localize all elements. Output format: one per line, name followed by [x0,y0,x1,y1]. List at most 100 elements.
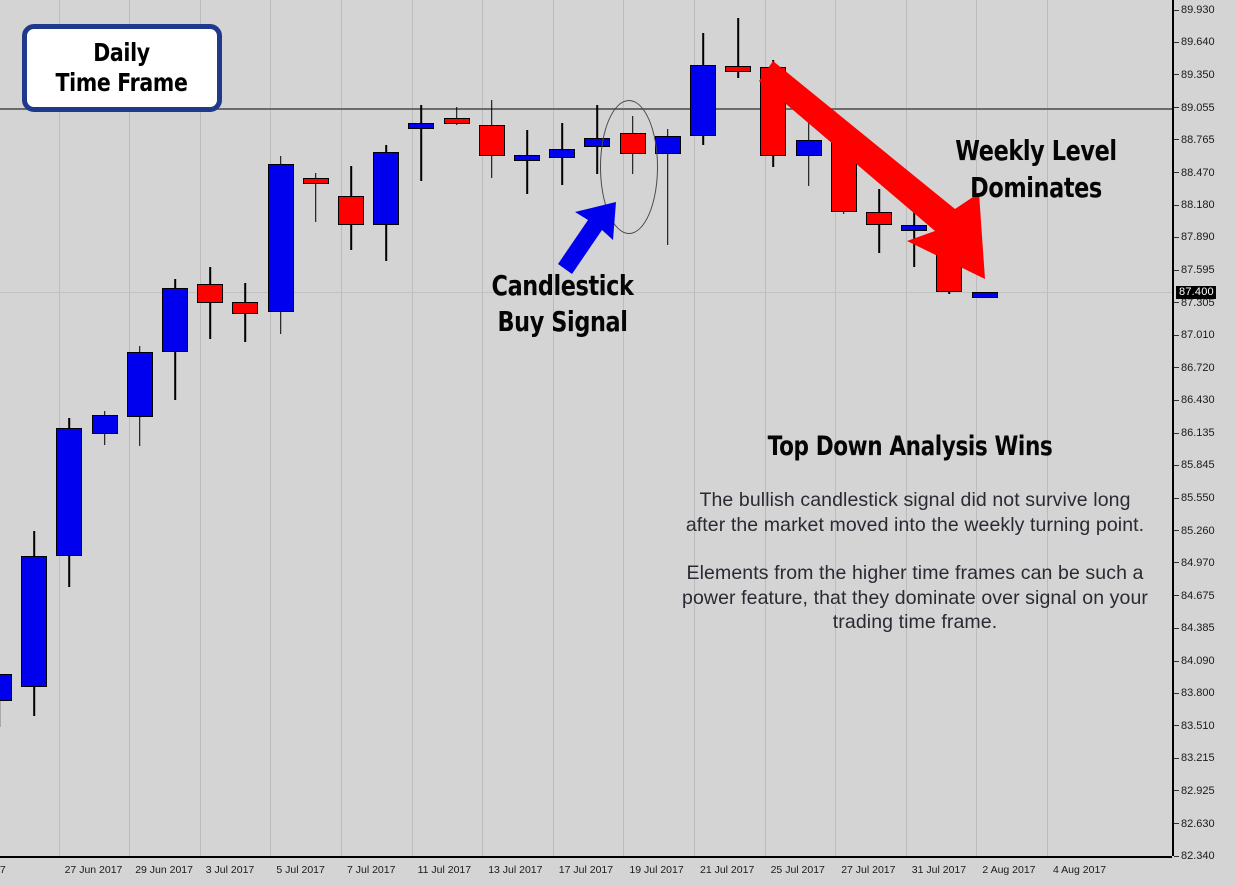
candle-body [373,151,400,226]
price-axis-tick: 84.385 [1174,623,1215,634]
candle-body [725,65,752,72]
candlestick[interactable] [549,122,576,185]
candle-body [971,292,998,298]
price-axis-tick: 86.720 [1174,362,1215,374]
candlestick[interactable] [338,166,364,250]
time-axis-tick: 17 [0,864,6,876]
time-axis-tick: 31 Jul 2017 [911,864,967,876]
price-axis-tick: 89.350 [1174,69,1215,81]
candle-body [197,284,224,304]
price-axis[interactable]: 89.930 89.640 89.350 89.055 88.765 88.470 88.1… [1172,0,1235,862]
candlestick[interactable] [690,33,716,145]
candle-body [478,124,505,156]
top-down-analysis-body: The bullish candlestick signal did not s… [680,488,1150,635]
time-axis-tick: 19 Jul 2017 [629,864,684,876]
candlestick[interactable] [162,278,188,401]
top-down-analysis-heading: Top Down Analysis Wins [700,430,1120,464]
price-axis-tick: 87.595 [1174,265,1215,276]
candlestick[interactable] [56,417,83,588]
candle-body [408,122,435,130]
candlestick[interactable] [725,17,752,78]
weekly-level-line-1: Weekly Level [955,134,1117,167]
candle-wick [209,267,211,339]
price-axis-tick: 87.305 [1174,297,1215,309]
candlestick[interactable] [232,283,259,343]
candlestick[interactable] [408,104,435,181]
time-axis-tick: 7 Jul 2017 [347,864,396,876]
candle-body [91,414,118,434]
current-price-label: 87.400 [1176,286,1216,299]
time-axis-tick: 4 Aug 2017 [1053,864,1107,876]
candlestick[interactable] [373,144,400,261]
price-axis-tick: 83.215 [1174,753,1215,764]
candlestick[interactable] [267,156,294,335]
price-axis-tick: 84.090 [1174,655,1215,667]
candlestick[interactable] [971,292,998,298]
price-axis-tick: 85.550 [1174,493,1215,504]
body-paragraph-1: The bullish candlestick signal did not s… [685,489,1145,536]
axis-corner [1172,856,1235,885]
price-axis-tick: 86.135 [1174,428,1215,439]
price-chart-plot-area[interactable]: Daily Time Frame Candlestick Buy Signal … [0,0,1172,856]
vertical-gridline [199,0,201,856]
candle-body [267,163,294,313]
daily-time-frame-badge: Daily Time Frame [22,24,222,112]
candlestick[interactable] [514,130,540,194]
candlestick[interactable] [478,100,505,179]
price-axis-tick: 86.430 [1174,395,1215,406]
price-axis-tick: 82.630 [1174,818,1215,830]
time-axis-tick: 27 Jun 2017 [64,864,123,876]
candle-body [302,178,329,185]
price-axis-tick: 84.675 [1174,590,1215,602]
candle-body [549,149,576,159]
candlestick[interactable] [0,674,12,727]
vertical-gridline [1047,0,1048,856]
candle-wick [420,104,423,181]
price-axis-tick: 85.845 [1174,460,1215,471]
candlestick[interactable] [91,411,118,445]
price-axis-tick: 89.930 [1174,5,1215,16]
price-axis-tick: 83.800 [1174,688,1215,699]
candle-body [443,118,470,125]
price-axis-tick: 82.925 [1174,785,1215,797]
candle-body [162,287,188,353]
candle-body [232,302,259,315]
time-axis-tick: 13 Jul 2017 [488,864,543,876]
time-axis[interactable]: 17 27 Jun 2017 29 Jun 2017 3 Jul 2017 5 Jul … [0,856,1172,885]
candle-body [514,154,540,161]
candlestick-signal-line-2: Buy Signal [497,305,628,338]
price-axis-tick: 89.055 [1174,102,1215,114]
time-axis-tick: 3 Jul 2017 [205,864,255,876]
candle-body [0,674,12,702]
time-axis-tick: 5 Jul 2017 [276,864,325,876]
chart-screenshot: Daily Time Frame Candlestick Buy Signal … [0,0,1235,885]
vertical-gridline [270,0,272,856]
candle-wick [526,130,528,194]
candlestick[interactable] [654,129,681,246]
time-axis-tick: 27 Jul 2017 [841,864,896,876]
candlestick[interactable] [197,267,224,339]
price-axis-tick: 88.765 [1174,134,1215,146]
price-axis-tick: 84.970 [1174,557,1215,569]
time-axis-tick: 11 Jul 2017 [417,864,472,876]
body-paragraph-2: Elements from the higher time frames can… [682,562,1148,633]
weekly-level-dominates-label: Weekly Level Dominates [925,132,1147,206]
candlestick[interactable] [21,530,48,716]
time-axis-tick: 2 Aug 2017 [982,864,1036,876]
time-frame-line-2: Time Frame [55,68,189,97]
candlestick-buy-signal-label: Candlestick Buy Signal [455,268,670,340]
top-down-heading-text: Top Down Analysis Wins [767,431,1053,462]
price-axis-tick: 88.470 [1174,167,1215,179]
price-axis-tick: 89.640 [1174,37,1215,48]
candlestick[interactable] [126,345,153,446]
candle-body [654,135,681,154]
candlestick[interactable] [443,106,470,125]
time-axis-tick: 21 Jul 2017 [700,864,755,876]
candlestick[interactable] [302,172,329,222]
candle-body [56,427,83,557]
candlestick-signal-line-1: Candlestick [491,269,634,302]
time-frame-line-1: Daily [93,38,151,67]
price-axis-tick: 88.180 [1174,200,1215,211]
candle-body [126,352,153,417]
time-axis-tick: 29 Jun 2017 [135,864,193,876]
